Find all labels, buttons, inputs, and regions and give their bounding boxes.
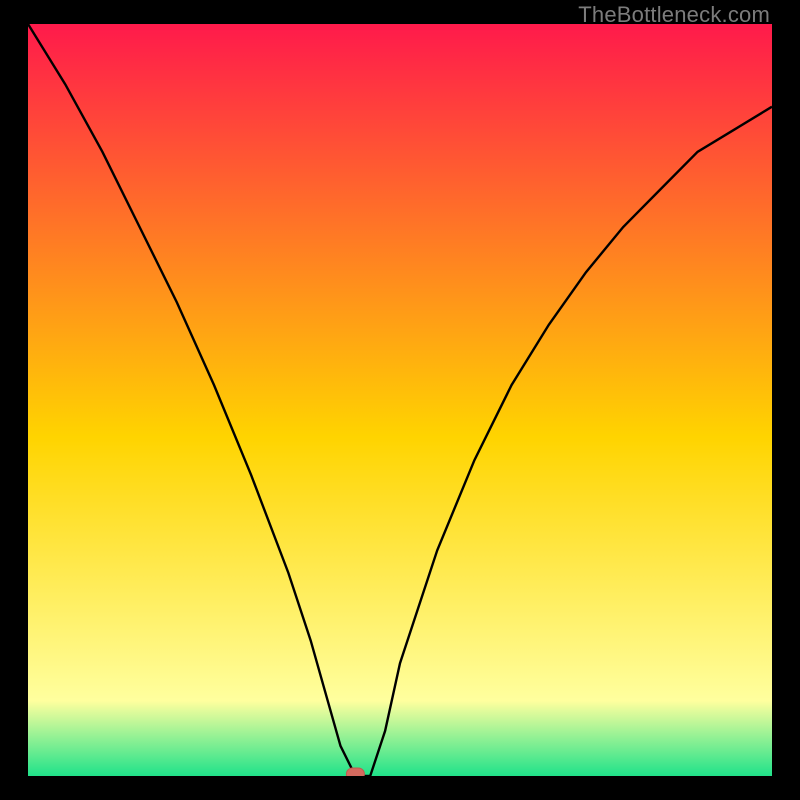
- plot-area: [28, 24, 772, 776]
- chart-frame: TheBottleneck.com: [0, 0, 800, 800]
- plot-svg: [28, 24, 772, 776]
- marker-dot: [346, 768, 364, 776]
